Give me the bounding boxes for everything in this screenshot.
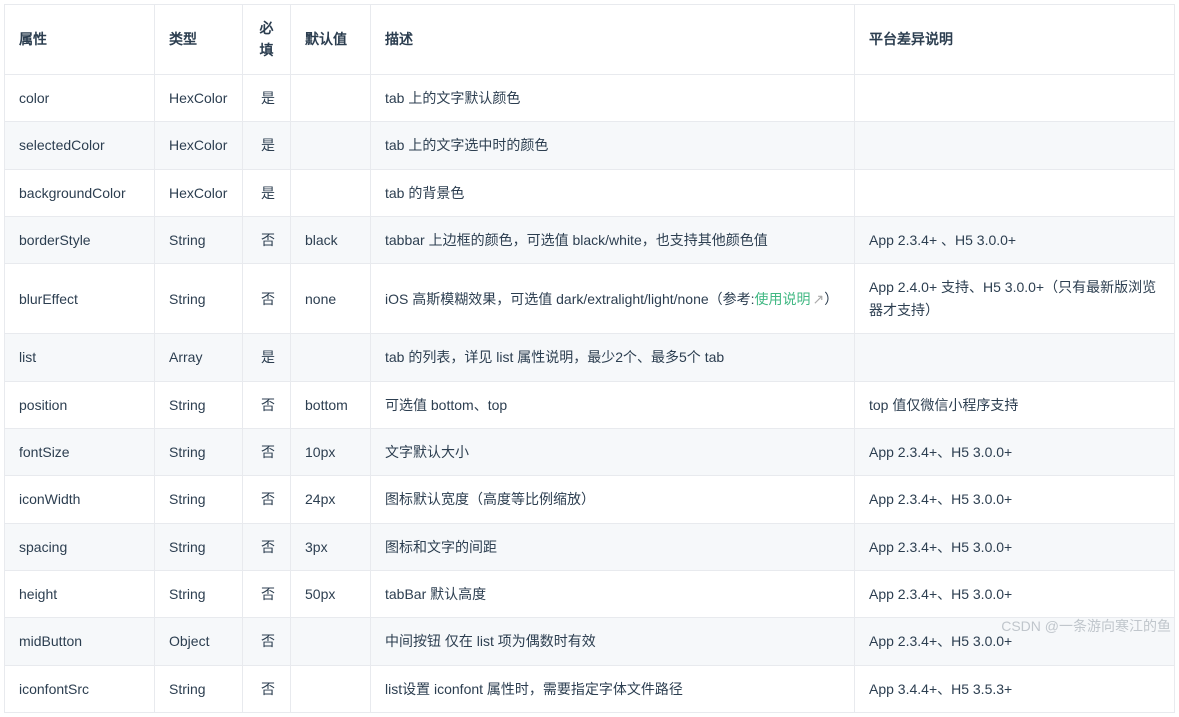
cell-attr: backgroundColor xyxy=(5,169,155,216)
header-required: 必填 xyxy=(243,5,291,75)
table-row: positionString否bottom可选值 bottom、toptop 值… xyxy=(5,381,1175,428)
cell-desc: tab 的背景色 xyxy=(371,169,855,216)
cell-required: 否 xyxy=(243,381,291,428)
cell-attr: fontSize xyxy=(5,428,155,475)
cell-platform xyxy=(855,74,1175,121)
cell-type: String xyxy=(155,381,243,428)
cell-platform: App 2.3.4+、H5 3.0.0+ xyxy=(855,571,1175,618)
cell-required: 是 xyxy=(243,169,291,216)
cell-default: bottom xyxy=(291,381,371,428)
table-row: spacingString否3px图标和文字的间距App 2.3.4+、H5 3… xyxy=(5,523,1175,570)
header-type: 类型 xyxy=(155,5,243,75)
cell-required: 否 xyxy=(243,428,291,475)
header-attr: 属性 xyxy=(5,5,155,75)
desc-text-pre: iOS 高斯模糊效果，可选值 dark/extralight/light/non… xyxy=(385,291,755,307)
cell-attr: blurEffect xyxy=(5,264,155,334)
cell-desc: list设置 iconfont 属性时，需要指定字体文件路径 xyxy=(371,665,855,712)
cell-attr: position xyxy=(5,381,155,428)
table-row: iconfontSrcString否 list设置 iconfont 属性时，需要… xyxy=(5,665,1175,712)
properties-table: 属性 类型 必填 默认值 描述 平台差异说明 colorHexColor是tab… xyxy=(4,4,1175,713)
cell-required: 否 xyxy=(243,476,291,523)
cell-required: 是 xyxy=(243,122,291,169)
cell-platform: top 值仅微信小程序支持 xyxy=(855,381,1175,428)
cell-default xyxy=(291,169,371,216)
cell-platform: App 2.3.4+、H5 3.0.0+ xyxy=(855,476,1175,523)
cell-required: 否 xyxy=(243,523,291,570)
cell-type: HexColor xyxy=(155,74,243,121)
cell-required: 否 xyxy=(243,264,291,334)
cell-type: Array xyxy=(155,334,243,381)
cell-type: HexColor xyxy=(155,169,243,216)
table-row: backgroundColorHexColor是 tab 的背景色 xyxy=(5,169,1175,216)
cell-type: String xyxy=(155,216,243,263)
cell-attr: list xyxy=(5,334,155,381)
desc-link[interactable]: 使用说明 xyxy=(755,291,811,307)
table-row: iconWidthString否24px图标默认宽度（高度等比例缩放）App 2… xyxy=(5,476,1175,523)
cell-default: black xyxy=(291,216,371,263)
cell-platform xyxy=(855,122,1175,169)
cell-desc: 图标和文字的间距 xyxy=(371,523,855,570)
cell-default: 50px xyxy=(291,571,371,618)
cell-attr: selectedColor xyxy=(5,122,155,169)
header-platform: 平台差异说明 xyxy=(855,5,1175,75)
cell-default xyxy=(291,122,371,169)
cell-default: 3px xyxy=(291,523,371,570)
cell-type: String xyxy=(155,428,243,475)
cell-default xyxy=(291,665,371,712)
cell-desc: 可选值 bottom、top xyxy=(371,381,855,428)
cell-required: 否 xyxy=(243,665,291,712)
cell-type: String xyxy=(155,476,243,523)
cell-default: none xyxy=(291,264,371,334)
cell-desc: tab 上的文字选中时的颜色 xyxy=(371,122,855,169)
cell-desc: tab 的列表，详见 list 属性说明，最少2个、最多5个 tab xyxy=(371,334,855,381)
external-link-icon: ↗ xyxy=(813,288,825,310)
cell-attr: iconWidth xyxy=(5,476,155,523)
header-default: 默认值 xyxy=(291,5,371,75)
cell-platform xyxy=(855,334,1175,381)
cell-attr: borderStyle xyxy=(5,216,155,263)
table-header-row: 属性 类型 必填 默认值 描述 平台差异说明 xyxy=(5,5,1175,75)
cell-attr: color xyxy=(5,74,155,121)
cell-attr: spacing xyxy=(5,523,155,570)
cell-required: 是 xyxy=(243,334,291,381)
table-row: listArray是 tab 的列表，详见 list 属性说明，最少2个、最多5个… xyxy=(5,334,1175,381)
cell-desc: 文字默认大小 xyxy=(371,428,855,475)
cell-type: String xyxy=(155,571,243,618)
table-row: heightString否50pxtabBar 默认高度App 2.3.4+、H… xyxy=(5,571,1175,618)
cell-default xyxy=(291,74,371,121)
cell-type: String xyxy=(155,523,243,570)
cell-desc: tab 上的文字默认颜色 xyxy=(371,74,855,121)
cell-type: String xyxy=(155,264,243,334)
cell-default: 10px xyxy=(291,428,371,475)
table-row: blurEffectString否none iOS 高斯模糊效果，可选值 dark… xyxy=(5,264,1175,334)
header-desc: 描述 xyxy=(371,5,855,75)
cell-type: HexColor xyxy=(155,122,243,169)
desc-text-post: ） xyxy=(824,291,838,307)
cell-desc: iOS 高斯模糊效果，可选值 dark/extralight/light/non… xyxy=(371,264,855,334)
cell-type: String xyxy=(155,665,243,712)
cell-desc: 图标默认宽度（高度等比例缩放） xyxy=(371,476,855,523)
table-row: selectedColorHexColor是 tab 上的文字选中时的颜色 xyxy=(5,122,1175,169)
table-row: fontSizeString否10px文字默认大小App 2.3.4+、H5 3… xyxy=(5,428,1175,475)
cell-required: 是 xyxy=(243,74,291,121)
cell-required: 否 xyxy=(243,216,291,263)
table-row: borderStyleString否blacktabbar 上边框的颜色，可选值… xyxy=(5,216,1175,263)
cell-desc: tabbar 上边框的颜色，可选值 black/white，也支持其他颜色值 xyxy=(371,216,855,263)
cell-platform: App 2.3.4+ 、H5 3.0.0+ xyxy=(855,216,1175,263)
cell-default xyxy=(291,334,371,381)
cell-platform: App 2.3.4+、H5 3.0.0+ xyxy=(855,428,1175,475)
cell-default: 24px xyxy=(291,476,371,523)
cell-platform: App 2.4.0+ 支持、H5 3.0.0+（只有最新版浏览器才支持） xyxy=(855,264,1175,334)
cell-attr: iconfontSrc xyxy=(5,665,155,712)
table-row: colorHexColor是 tab 上的文字默认颜色 xyxy=(5,74,1175,121)
cell-platform: App 3.4.4+、H5 3.5.3+ xyxy=(855,665,1175,712)
cell-platform xyxy=(855,169,1175,216)
cell-required: 否 xyxy=(243,571,291,618)
cell-platform: App 2.3.4+、H5 3.0.0+ xyxy=(855,523,1175,570)
cell-desc: tabBar 默认高度 xyxy=(371,571,855,618)
cell-attr: height xyxy=(5,571,155,618)
